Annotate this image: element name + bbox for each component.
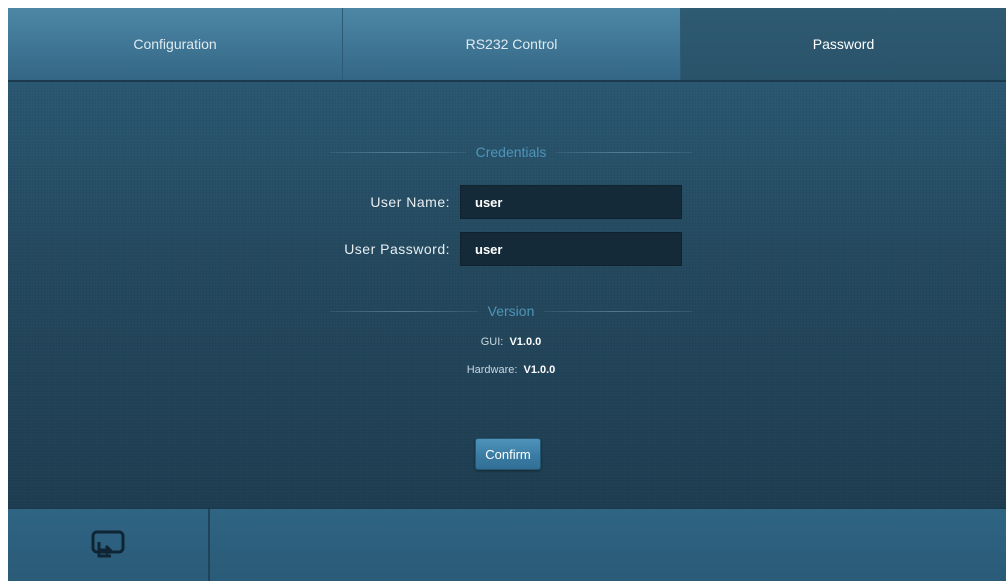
tab-password-label: Password [812, 36, 875, 52]
hardware-version-row: Hardware: V1.0.0 [330, 364, 692, 376]
version-section-header: Version [330, 301, 693, 321]
gui-version-label: GUI: [480, 336, 504, 348]
divider [330, 310, 478, 312]
hardware-version-value: V1.0.0 [523, 364, 556, 376]
hardware-version-label: Hardware: [466, 364, 518, 376]
username-label: User Name: [370, 194, 450, 210]
footer-bar [8, 507, 1006, 581]
divider [330, 151, 466, 153]
password-input[interactable] [460, 232, 682, 266]
tab-configuration[interactable]: Configuration [8, 8, 343, 80]
back-button[interactable] [88, 530, 128, 562]
gui-version-row: GUI: V1.0.0 [330, 336, 692, 348]
divider [556, 151, 693, 153]
footer-left-cell [8, 509, 210, 581]
tab-configuration-label: Configuration [133, 36, 217, 52]
version-title: Version [487, 303, 535, 319]
username-row: User Name: [330, 185, 682, 219]
password-panel: Credentials User Name: User Password: Ve… [8, 82, 1006, 507]
tab-rs232-control-label: RS232 Control [465, 36, 558, 52]
gui-version-value: V1.0.0 [509, 336, 542, 348]
tab-rs232-control[interactable]: RS232 Control [343, 8, 681, 80]
password-label: User Password: [344, 241, 450, 257]
tab-bar: Configuration RS232 Control Password [8, 8, 1006, 82]
tab-password[interactable]: Password [681, 8, 1006, 80]
credentials-section-header: Credentials [330, 142, 693, 162]
password-row: User Password: [330, 232, 682, 266]
confirm-button[interactable]: Confirm [475, 438, 541, 470]
credentials-title: Credentials [475, 144, 547, 160]
username-input[interactable] [460, 185, 682, 219]
divider [544, 310, 693, 312]
back-return-icon [91, 530, 125, 563]
app-window: Configuration RS232 Control Password Cre… [8, 8, 1006, 581]
